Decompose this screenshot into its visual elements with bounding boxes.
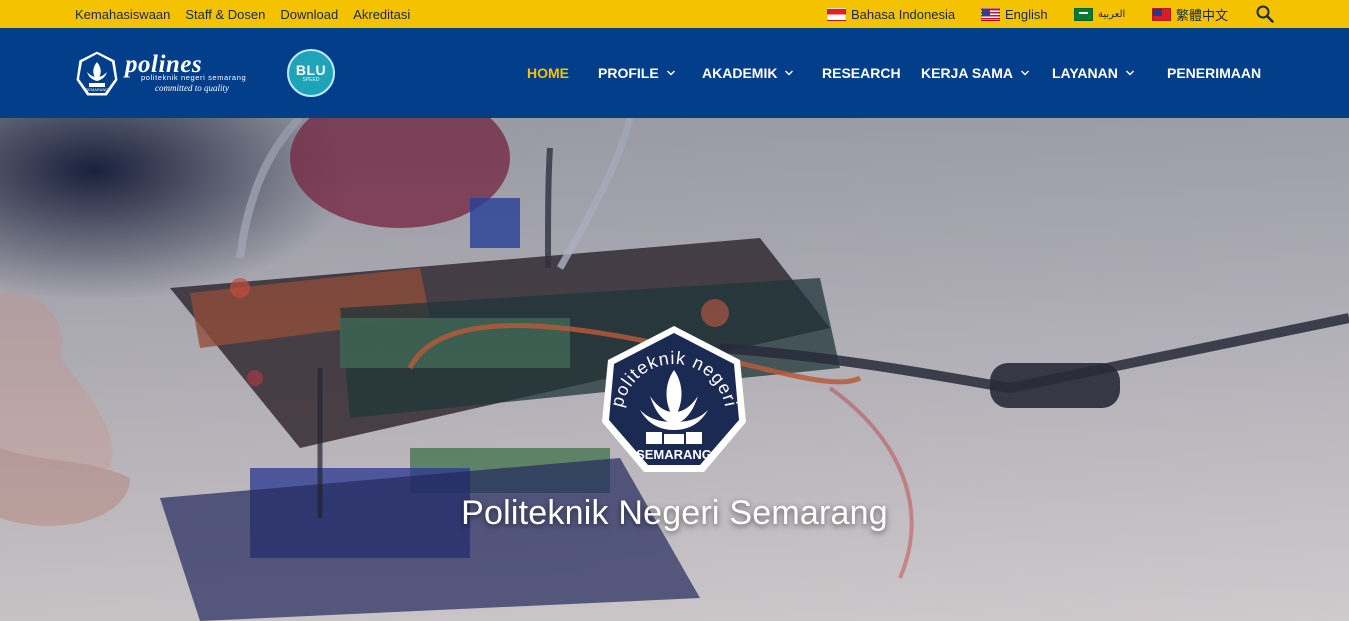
lang-label: 繁體中文 <box>1176 7 1229 23</box>
top-utility-bar: Kemahasiswaan Staff & Dosen Download Akr… <box>0 0 1349 28</box>
chevron-down-icon <box>1125 70 1134 76</box>
link-download[interactable]: Download <box>280 7 338 22</box>
hero-title: Politeknik Negeri Semarang <box>461 494 888 532</box>
menu-penerimaan[interactable]: PENERIMAAN <box>1167 28 1261 118</box>
menu-layanan[interactable]: LAYANAN <box>1052 28 1135 118</box>
logo-motto: committed to quality <box>155 83 229 93</box>
polines-seal-icon: SEMARANG <box>75 50 119 97</box>
lang-label: العربية <box>1098 8 1126 20</box>
chevron-down-icon <box>785 70 794 76</box>
lang-chinese[interactable]: 繁體中文 <box>1152 0 1228 28</box>
lang-label: English <box>1005 6 1048 22</box>
menu-kerja-sama[interactable]: KERJA SAMA <box>921 28 1030 118</box>
menu-research[interactable]: RESEARCH <box>822 28 901 118</box>
us-flag-icon <box>981 7 1000 21</box>
menu-akademik[interactable]: AKADEMIK <box>702 28 794 118</box>
lang-bahasa-indonesia[interactable]: Bahasa Indonesia <box>827 0 955 28</box>
link-kemahasiswaan[interactable]: Kemahasiswaan <box>75 7 170 22</box>
menu-profile[interactable]: PROFILE <box>598 28 676 118</box>
lang-arabic[interactable]: العربية <box>1074 0 1125 28</box>
svg-text:SEMARANG: SEMARANG <box>86 87 109 92</box>
menu-label: LAYANAN <box>1052 65 1118 81</box>
menu-label: RESEARCH <box>822 65 901 81</box>
main-navbar: SEMARANG polines politeknik negeri semar… <box>0 28 1349 118</box>
menu-label: HOME <box>527 65 569 81</box>
logo-tagline: politeknik negeri semarang <box>141 73 246 82</box>
taiwan-flag-icon <box>1152 7 1171 21</box>
hero-banner: politeknik negeri SEMARANG Politeknik Ne… <box>0 118 1349 621</box>
menu-label: PROFILE <box>598 65 659 81</box>
menu-home[interactable]: HOME <box>527 28 569 118</box>
indonesia-flag-icon <box>827 7 846 21</box>
chevron-down-icon <box>666 70 675 76</box>
lang-label: Bahasa Indonesia <box>851 6 956 22</box>
menu-label: KERJA SAMA <box>921 65 1014 81</box>
polines-emblem-icon: politeknik negeri SEMARANG <box>602 326 746 472</box>
blu-text: BLU <box>295 62 327 78</box>
top-links: Kemahasiswaan Staff & Dosen Download Akr… <box>75 0 410 28</box>
link-akreditasi[interactable]: Akreditasi <box>353 7 410 22</box>
chevron-down-icon <box>1021 70 1030 76</box>
svg-text:SEMARANG: SEMARANG <box>636 447 712 462</box>
lang-english[interactable]: English <box>981 0 1048 28</box>
blu-badge: BLU SPEED <box>287 49 335 97</box>
menu-label: PENERIMAAN <box>1167 65 1262 81</box>
blu-sub: SPEED <box>302 77 320 83</box>
polines-logo[interactable]: SEMARANG polines politeknik negeri semar… <box>75 50 280 100</box>
saudi-flag-icon <box>1074 7 1093 21</box>
menu-label: AKADEMIK <box>702 65 778 81</box>
search-icon[interactable] <box>1255 4 1275 24</box>
link-staff-dosen[interactable]: Staff & Dosen <box>185 7 265 22</box>
